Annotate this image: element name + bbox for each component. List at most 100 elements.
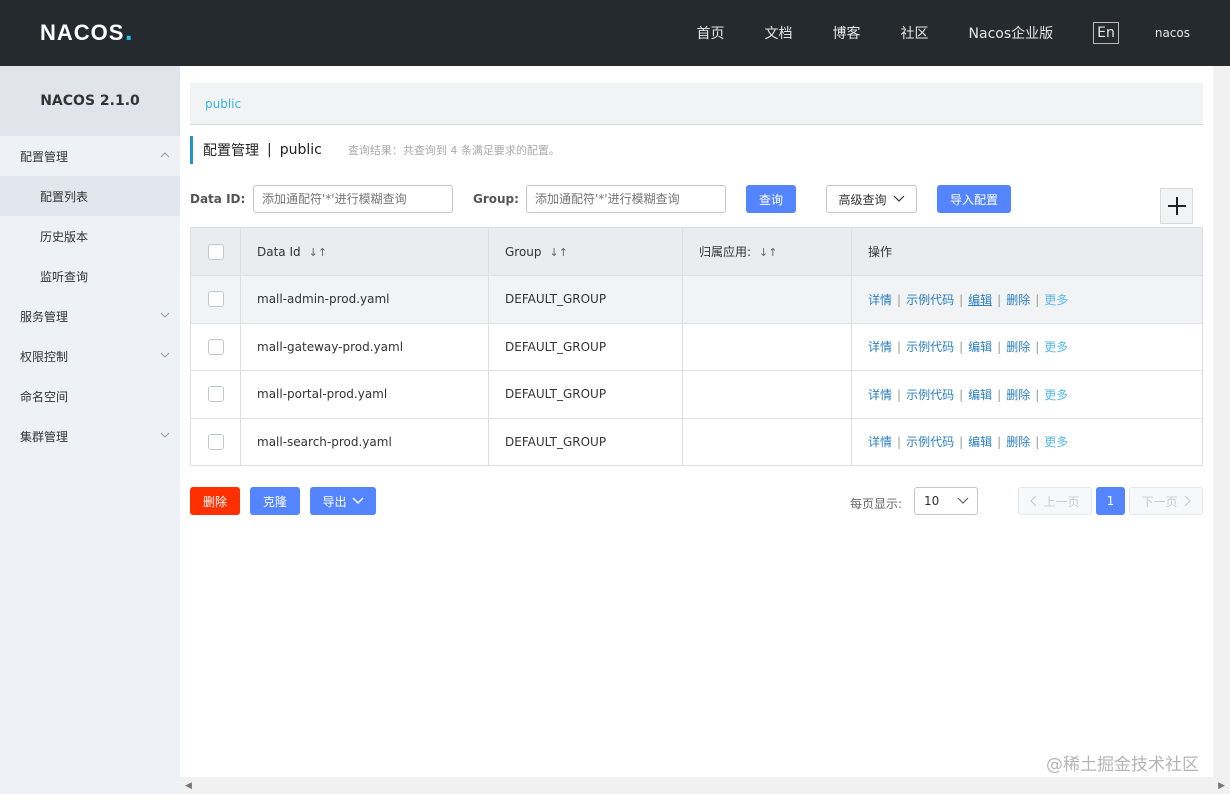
sidebar-item-cluster-management[interactable]: 集群管理 [0,416,180,456]
op-separator: | [959,388,963,402]
sidebar-item-listener-query[interactable]: 监听查询 [0,256,180,296]
table-header-row: Data Id↓↑ Group↓↑ 归属应用:↓↑ 操作 [191,228,1203,276]
batch-delete-button[interactable]: 删除 [190,487,240,515]
cell-app [683,371,852,419]
vertical-scrollbar[interactable] [1213,66,1230,777]
user-name[interactable]: nacos [1155,26,1190,40]
next-page-label: 下一页 [1141,493,1177,510]
export-button[interactable]: 导出 [310,487,376,515]
detail-link[interactable]: 详情 [868,340,892,354]
more-link[interactable]: 更多 [1044,293,1068,307]
page-size-select[interactable]: 10 [914,487,978,515]
select-all-cell [191,228,241,276]
page-title: 配置管理 | public 查询结果：共查询到 4 条满足要求的配置。 [190,136,560,164]
scroll-right-icon[interactable]: ▶ [1218,781,1225,791]
delete-link[interactable]: 删除 [1006,388,1030,402]
add-config-button[interactable] [1160,188,1193,224]
sort-icon[interactable]: ↓↑ [550,246,568,259]
op-separator: | [1035,435,1039,449]
scroll-left-icon[interactable]: ◀ [185,781,192,791]
cell-data-id: mall-gateway-prod.yaml [241,323,489,371]
select-all-checkbox[interactable] [208,244,224,260]
more-link[interactable]: 更多 [1044,388,1068,402]
sort-icon[interactable]: ↓↑ [309,246,327,259]
nacos-logo[interactable]: NACOS. [40,20,133,46]
detail-link[interactable]: 详情 [868,435,892,449]
cell-group: DEFAULT_GROUP [489,276,683,324]
horizontal-scrollbar[interactable]: ◀ ▶ [180,777,1230,794]
next-page-button[interactable]: 下一页 [1129,487,1203,515]
detail-link[interactable]: 详情 [868,293,892,307]
config-table: Data Id↓↑ Group↓↑ 归属应用:↓↑ 操作 mall-admin-… [190,227,1203,466]
sample-code-link[interactable]: 示例代码 [906,435,954,449]
sample-code-link[interactable]: 示例代码 [906,388,954,402]
delete-link[interactable]: 删除 [1006,435,1030,449]
sort-icon[interactable]: ↓↑ [759,246,777,259]
plus-icon [1167,196,1187,216]
row-checkbox[interactable] [208,434,224,450]
col-operations: 操作 [852,228,1203,276]
sidebar-item-label: 历史版本 [40,228,88,245]
cell-app [683,323,852,371]
op-separator: | [997,388,1001,402]
op-separator: | [897,340,901,354]
nav-home[interactable]: 首页 [697,23,725,43]
col-data-id[interactable]: Data Id↓↑ [241,228,489,276]
cell-operations: 详情|示例代码|编辑|删除|更多 [852,276,1203,324]
col-app[interactable]: 归属应用:↓↑ [683,228,852,276]
detail-link[interactable]: 详情 [868,388,892,402]
main-content: public 配置管理 | public 查询结果：共查询到 4 条满足要求的配… [180,66,1230,794]
edit-link[interactable]: 编辑 [968,388,992,402]
table-row: mall-admin-prod.yaml DEFAULT_GROUP 详情|示例… [191,276,1203,324]
group-input[interactable] [526,185,726,213]
nav-blog[interactable]: 博客 [833,23,861,43]
sidebar-item-namespace[interactable]: 命名空间 [0,376,180,416]
sample-code-link[interactable]: 示例代码 [906,293,954,307]
cell-app [683,418,852,466]
nav-community[interactable]: 社区 [901,23,929,43]
logo-text: NACOS [40,20,124,46]
row-checkbox[interactable] [208,291,224,307]
more-link[interactable]: 更多 [1044,340,1068,354]
import-config-button[interactable]: 导入配置 [937,185,1011,213]
page-1-button[interactable]: 1 [1096,487,1125,515]
edit-link[interactable]: 编辑 [968,293,992,307]
cell-group: DEFAULT_GROUP [489,323,683,371]
prev-page-button[interactable]: 上一页 [1018,487,1092,515]
advanced-query-button[interactable]: 高级查询 [826,185,917,213]
clone-button[interactable]: 克隆 [250,487,300,515]
title-namespace: public [280,142,322,158]
language-switch-button[interactable]: En [1093,22,1119,44]
cell-data-id: mall-search-prod.yaml [241,418,489,466]
top-header: NACOS. 首页 文档 博客 社区 Nacos企业版 En nacos [0,0,1230,66]
namespace-link-public[interactable]: public [205,97,241,111]
dataid-input[interactable] [253,185,453,213]
op-separator: | [897,435,901,449]
col-group[interactable]: Group↓↑ [489,228,683,276]
logo-dot: . [124,21,132,46]
sidebar-item-history[interactable]: 历史版本 [0,216,180,256]
sidebar-item-config-list[interactable]: 配置列表 [0,176,180,216]
row-checkbox[interactable] [208,386,224,402]
title-separator: | [267,142,272,158]
sidebar-item-config-management[interactable]: 配置管理 [0,136,180,176]
sidebar-item-access-control[interactable]: 权限控制 [0,336,180,376]
more-link[interactable]: 更多 [1044,435,1068,449]
sidebar-item-label: 监听查询 [40,268,88,285]
op-separator: | [997,340,1001,354]
edit-link[interactable]: 编辑 [968,340,992,354]
advanced-query-label: 高级查询 [838,191,886,208]
sidebar-item-service-management[interactable]: 服务管理 [0,296,180,336]
sample-code-link[interactable]: 示例代码 [906,340,954,354]
cell-operations: 详情|示例代码|编辑|删除|更多 [852,371,1203,419]
sidebar-item-label: 配置管理 [20,148,68,165]
row-checkbox[interactable] [208,339,224,355]
nav-enterprise[interactable]: Nacos企业版 [969,23,1054,43]
delete-link[interactable]: 删除 [1006,293,1030,307]
edit-link[interactable]: 编辑 [968,435,992,449]
nav-docs[interactable]: 文档 [765,23,793,43]
query-result-tip: 查询结果：共查询到 4 条满足要求的配置。 [348,142,560,158]
query-button[interactable]: 查询 [746,185,796,213]
cell-data-id: mall-admin-prod.yaml [241,276,489,324]
delete-link[interactable]: 删除 [1006,340,1030,354]
